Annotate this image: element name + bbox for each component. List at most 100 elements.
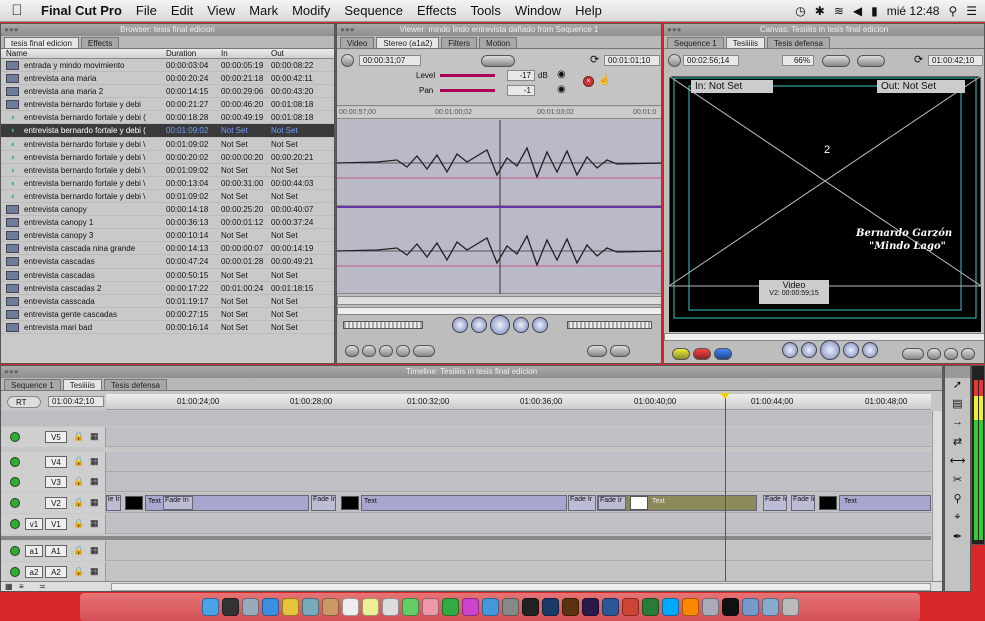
illustrator-icon[interactable]: [561, 598, 579, 616]
next-edit-button[interactable]: [532, 317, 548, 333]
replace-edit-button[interactable]: [714, 348, 732, 360]
lock-icon[interactable]: 🔒: [73, 456, 84, 467]
tab-tesis-defensa[interactable]: Tesis defensa: [104, 379, 167, 390]
lock-icon[interactable]: 🔒: [73, 497, 84, 508]
zoom-slider-icon[interactable]: ≍: [39, 582, 46, 591]
video-audio-divider[interactable]: [1, 536, 931, 540]
app-store-icon[interactable]: [481, 598, 499, 616]
transition-clip[interactable]: Fade Ir: [598, 496, 626, 510]
auto-select-icon[interactable]: ▦: [90, 456, 99, 467]
zoom-dropdown[interactable]: [481, 55, 515, 67]
add-marker-button[interactable]: [396, 345, 410, 357]
browser-clip-row[interactable]: entrevista casscada 00:01:19:17 Not Set Not…: [1, 295, 334, 308]
browser-clip-row[interactable]: ◖ entrevista bernardo fortale y debi \ 00:…: [1, 177, 334, 190]
menu-sequence[interactable]: Sequence: [337, 3, 410, 18]
next-edit-button[interactable]: [862, 342, 878, 358]
source-patch[interactable]: a2: [25, 566, 43, 578]
auto-select-icon[interactable]: ▦: [90, 431, 99, 442]
crop-tool-icon[interactable]: ⌖: [945, 511, 970, 530]
facetime-icon[interactable]: [441, 598, 459, 616]
text-clip[interactable]: Text: [839, 495, 931, 511]
razor-tool-icon[interactable]: ✂: [945, 473, 970, 492]
add-keyframe-button[interactable]: [379, 345, 393, 357]
browser-clip-row[interactable]: entrevista bernardo fortale y debi 00:00:…: [1, 98, 334, 112]
browser-clip-row[interactable]: entrevista canopy 00:00:14:18 00:00:25:20 0…: [1, 203, 334, 217]
browser-clip-row[interactable]: ◖ entrevista bernardo fortale y debi (00:…: [1, 124, 334, 138]
canvas-current-timecode[interactable]: 01:00:42;10: [928, 55, 983, 66]
horizontal-scrollbar[interactable]: [111, 583, 931, 591]
excel-icon[interactable]: [641, 598, 659, 616]
transition-clip[interactable]: Fade Ir: [791, 495, 815, 511]
browser-clip-row[interactable]: entrevista mari bad 00:00:16:14 Not Set Not…: [1, 321, 334, 334]
previous-edit-button[interactable]: [452, 317, 468, 333]
reminders-icon[interactable]: [381, 598, 399, 616]
transition-clip[interactable]: Fade In: [163, 496, 193, 510]
viewer-current-timecode[interactable]: 00:01:01;10: [604, 55, 660, 66]
source-patch[interactable]: v1: [25, 518, 43, 530]
track-visibility-toggle[interactable]: [10, 477, 20, 487]
playhead-marker-icon[interactable]: [720, 393, 730, 399]
browser-clip-row[interactable]: entrevista canopy 3 00:00:10:14 Not Set Not…: [1, 229, 334, 243]
pen-tool-icon[interactable]: ✒: [945, 530, 970, 549]
view-dropdown[interactable]: [822, 55, 850, 67]
add-keyframe-button[interactable]: [944, 348, 958, 360]
browser-clip-row[interactable]: ◖ entrevista bernardo fortale y debi \ 00:…: [1, 138, 334, 151]
time-machine-icon[interactable]: ◷: [795, 4, 805, 18]
reset-button[interactable]: ×: [583, 76, 594, 87]
menu-modify[interactable]: Modify: [285, 3, 337, 18]
tab-tesiiiiis[interactable]: Tesiiiiis: [62, 379, 103, 390]
track-label[interactable]: A1: [45, 545, 67, 557]
preferences-icon[interactable]: [501, 598, 519, 616]
notes-icon[interactable]: [361, 598, 379, 616]
level-keyframe-button[interactable]: ◉: [557, 69, 566, 80]
browser-clip-row[interactable]: entrevista canopy 1 00:00:36:13 00:00:01:1…: [1, 216, 334, 230]
documents-stack-icon[interactable]: [761, 598, 779, 616]
canvas-duration-timecode[interactable]: 00:02:56;14: [683, 55, 739, 66]
window-controls-icon[interactable]: ●●●: [667, 24, 682, 36]
terminal-icon[interactable]: [721, 598, 739, 616]
final-cut-icon[interactable]: [521, 598, 539, 616]
lock-icon[interactable]: 🔒: [73, 431, 84, 442]
launchpad-icon[interactable]: [241, 598, 259, 616]
maps-icon[interactable]: [401, 598, 419, 616]
menu-window[interactable]: Window: [508, 3, 568, 18]
track-a1[interactable]: a1 A1 🔒 ▦: [1, 541, 931, 561]
text-clip-selected[interactable]: Fade Ir Text: [597, 495, 757, 511]
browser-clip-row[interactable]: ◖ entrevista bernardo fortale y debi \ 00:…: [1, 164, 334, 177]
after-effects-icon[interactable]: [581, 598, 599, 616]
browser-clip-row[interactable]: ◖ entrevista bernardo fortale y debi (00:…: [1, 111, 334, 125]
selection-tool-icon[interactable]: ➚: [945, 378, 970, 397]
track-height-toggle[interactable]: ≡: [19, 582, 24, 591]
track-select-tool-icon[interactable]: →: [945, 416, 970, 435]
menu-help[interactable]: Help: [568, 3, 609, 18]
overlay-dropdown[interactable]: [857, 55, 885, 67]
browser-clip-row[interactable]: entrevista cascada nina grande 00:00:14:1…: [1, 242, 334, 256]
viewer-ruler[interactable]: 00:00:57;00 00:01:00;02 00:01:03;02 00:0…: [337, 107, 661, 119]
track-v2[interactable]: V2 🔒 ▦ le Ir Text Fade In Fade Ir Text F…: [1, 493, 931, 513]
ripple-tool-icon[interactable]: ⇄: [945, 435, 970, 454]
transition-clip[interactable]: Fade Ir: [568, 495, 596, 511]
track-a2[interactable]: a2 A2 🔒 ▦: [1, 562, 931, 582]
drag-hand-icon[interactable]: ☝: [598, 75, 610, 86]
spotlight-icon[interactable]: ⚲: [948, 4, 957, 18]
menu-edit[interactable]: Edit: [164, 3, 200, 18]
track-label[interactable]: V2: [45, 497, 67, 509]
tab-tesis-defensa[interactable]: Tesis defensa: [767, 37, 830, 48]
text-clip[interactable]: Text Fade In: [145, 495, 309, 511]
window-controls-icon[interactable]: ●●●: [340, 24, 355, 36]
mark-in-out-button[interactable]: [902, 348, 924, 360]
track-v1[interactable]: v1 V1 🔒 ▦: [1, 514, 931, 534]
viewer-scrubber[interactable]: [337, 307, 661, 315]
pan-value[interactable]: -1: [507, 85, 535, 96]
zoom-dropdown[interactable]: 66%: [782, 55, 814, 66]
itunes-icon[interactable]: [461, 598, 479, 616]
overwrite-edit-button[interactable]: [693, 348, 711, 360]
timeline-timecode[interactable]: 01:00:42;10: [48, 396, 104, 407]
play-in-to-out-button[interactable]: [801, 342, 817, 358]
menu-tools[interactable]: Tools: [463, 3, 507, 18]
tab-sequence-1[interactable]: Sequence 1: [4, 379, 61, 390]
track-v4[interactable]: V4 🔒 ▦: [1, 452, 931, 472]
recent-clips-button[interactable]: [587, 345, 607, 357]
column-duration[interactable]: Duration: [166, 49, 221, 58]
edit-selection-tool-icon[interactable]: ▤: [945, 397, 970, 416]
